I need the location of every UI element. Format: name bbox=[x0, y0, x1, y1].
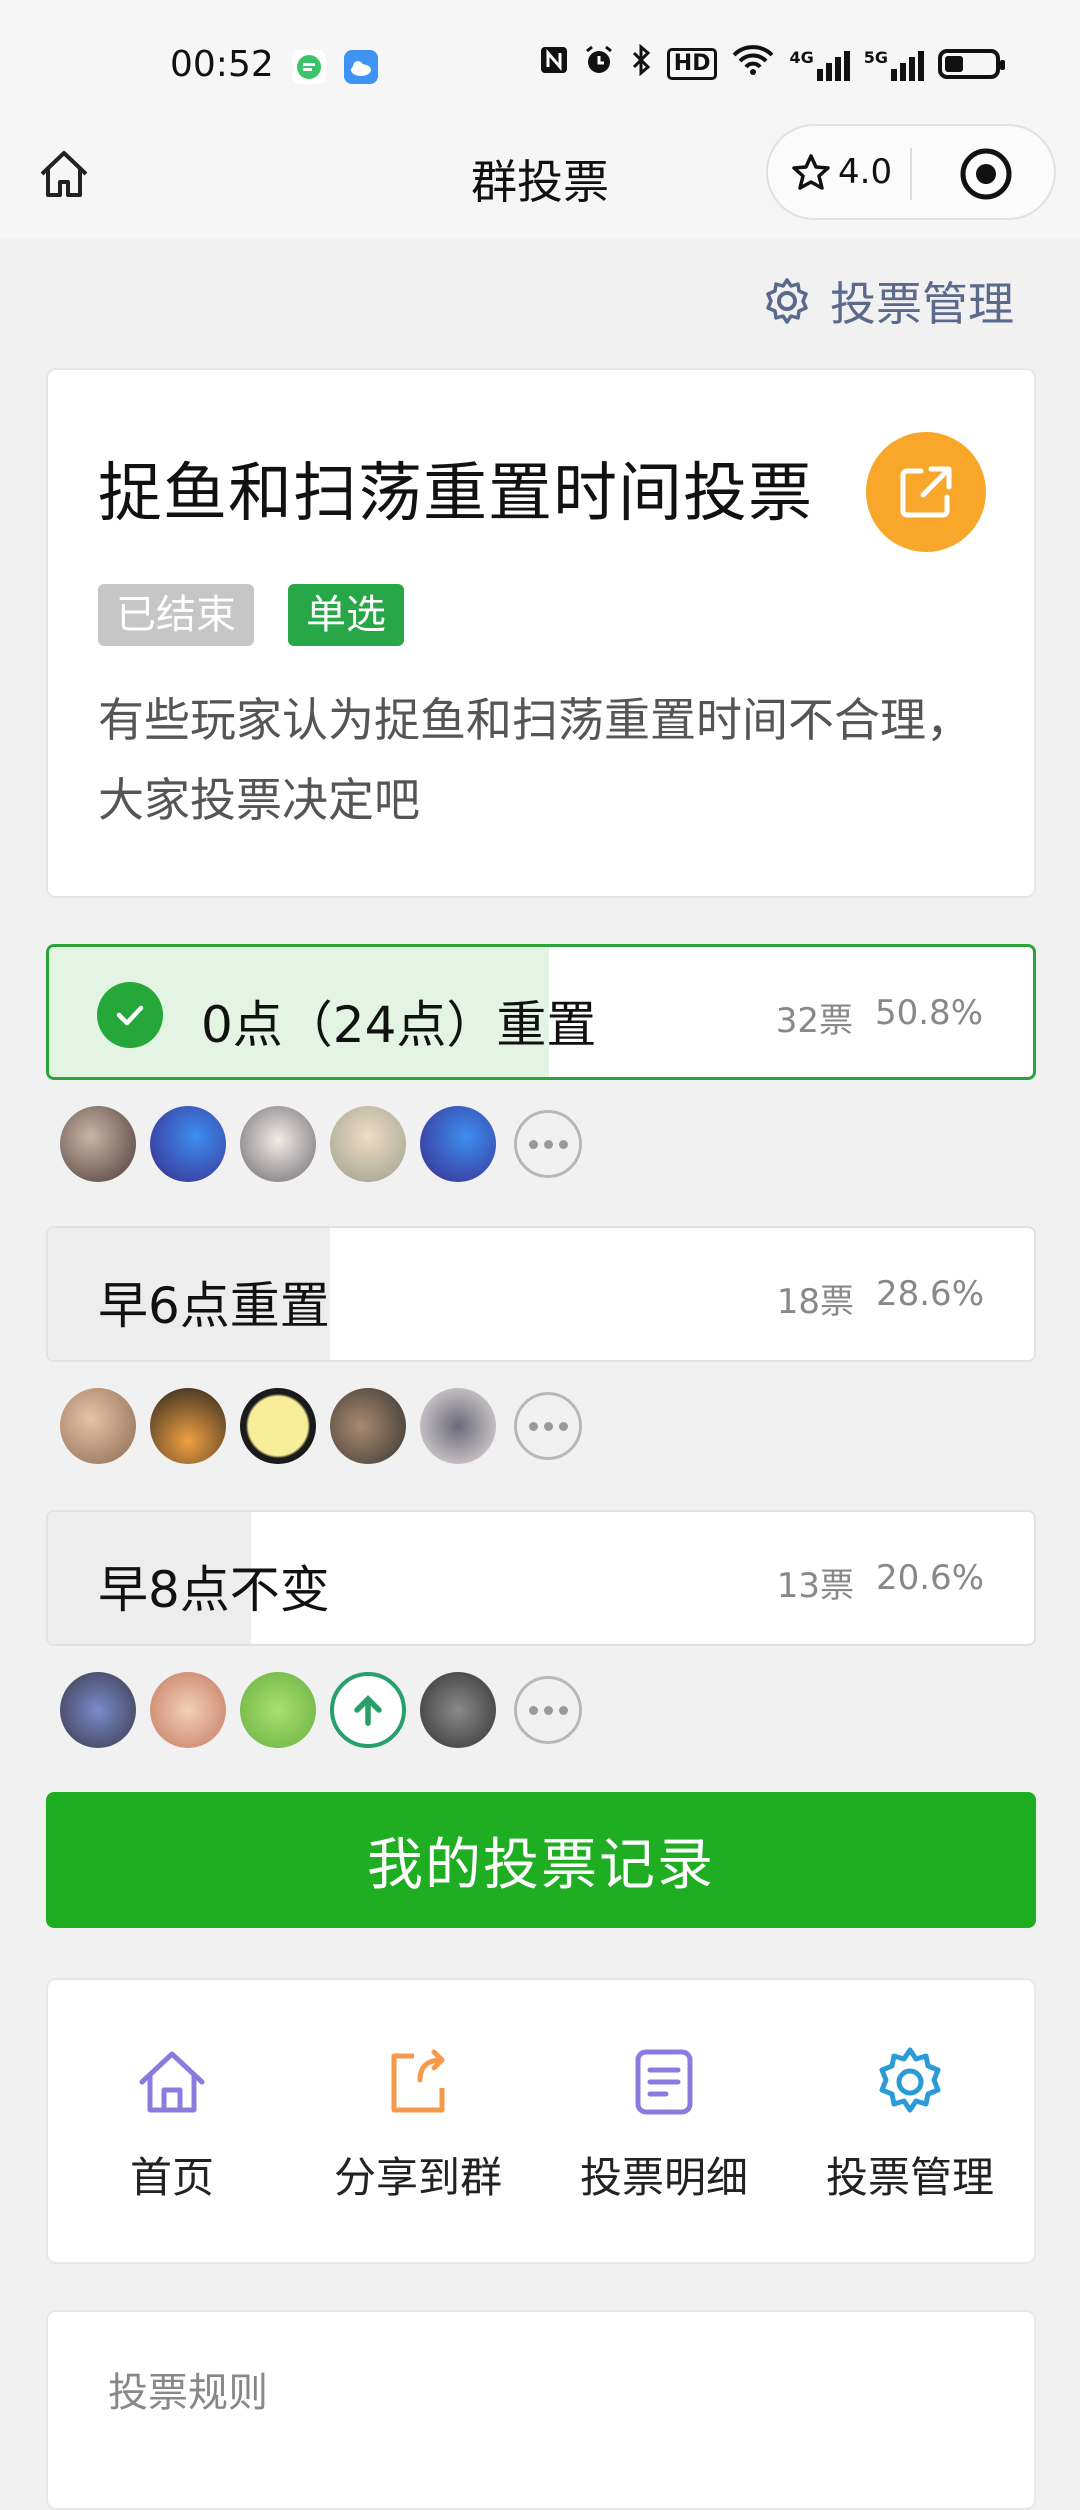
more-voters-button[interactable] bbox=[514, 1676, 582, 1744]
avatar[interactable] bbox=[420, 1388, 496, 1464]
voter-avatars-1 bbox=[60, 1106, 582, 1182]
nfc-icon bbox=[539, 45, 569, 83]
option-percent: 28.6% bbox=[875, 1274, 984, 1314]
option-votes: 18票 bbox=[776, 1282, 854, 1322]
star-icon[interactable] bbox=[790, 152, 832, 194]
vote-option-1[interactable]: 0点（24点）重置 32票 50.8% bbox=[46, 944, 1036, 1080]
voter-avatars-3 bbox=[60, 1672, 582, 1748]
avatar[interactable] bbox=[420, 1672, 496, 1748]
vote-option-2[interactable]: 早6点重置 18票 28.6% bbox=[46, 1226, 1036, 1362]
action-vote-details[interactable]: 投票明细 bbox=[544, 2042, 784, 2205]
more-voters-button[interactable] bbox=[514, 1110, 582, 1178]
avatar[interactable] bbox=[60, 1672, 136, 1748]
battery-icon bbox=[938, 49, 1005, 79]
avatar[interactable] bbox=[60, 1106, 136, 1182]
avatar[interactable] bbox=[150, 1388, 226, 1464]
action-label: 投票管理 bbox=[825, 2153, 994, 2202]
action-label: 首页 bbox=[129, 2153, 214, 2202]
option-label: 0点（24点）重置 bbox=[201, 996, 597, 1054]
gear-icon bbox=[879, 2047, 941, 2113]
option-label: 早6点重置 bbox=[98, 1277, 330, 1335]
vote-manage-link[interactable]: 投票管理 bbox=[762, 268, 1014, 334]
action-card: 首页 分享到群 投票明细 投票管理 bbox=[46, 1978, 1036, 2264]
action-label: 投票明细 bbox=[579, 2153, 748, 2202]
mini-program-capsule: 4.0 bbox=[766, 124, 1056, 220]
option-stats: 18票 28.6% bbox=[777, 1274, 984, 1323]
avatar[interactable] bbox=[330, 1672, 406, 1748]
weather-app-icon bbox=[344, 50, 378, 84]
avatar[interactable] bbox=[60, 1388, 136, 1464]
hd-icon: HD bbox=[666, 48, 718, 80]
status-badge: 已结束 bbox=[98, 584, 254, 646]
status-time: 00:52 bbox=[170, 44, 274, 85]
avatar[interactable] bbox=[150, 1106, 226, 1182]
poll-title: 捉鱼和扫荡重置时间投票 bbox=[98, 457, 813, 531]
avatar[interactable] bbox=[420, 1106, 496, 1182]
option-votes: 13票 bbox=[776, 1566, 854, 1606]
status-indicators: HD 4G 5G bbox=[539, 43, 1005, 84]
action-label: 分享到群 bbox=[333, 2153, 502, 2202]
avatar[interactable] bbox=[240, 1388, 316, 1464]
action-home[interactable]: 首页 bbox=[52, 2042, 292, 2205]
signal-5g-icon: 5G bbox=[864, 48, 924, 81]
my-vote-record-button[interactable]: 我的投票记录 bbox=[46, 1792, 1036, 1928]
avatar[interactable] bbox=[240, 1672, 316, 1748]
more-voters-button[interactable] bbox=[514, 1392, 582, 1460]
option-stats: 32票 50.8% bbox=[776, 993, 983, 1042]
home-icon bbox=[139, 2051, 205, 2113]
option-votes: 32票 bbox=[775, 1001, 853, 1041]
poll-description: 有些玩家认为捉鱼和扫荡重置时间不合理，大家投票决定吧 bbox=[98, 693, 972, 827]
bluetooth-icon bbox=[629, 43, 653, 84]
share-icon bbox=[391, 2049, 445, 2113]
signal-4g-label: 4G bbox=[789, 47, 814, 67]
avatar[interactable] bbox=[150, 1672, 226, 1748]
check-icon bbox=[97, 982, 163, 1048]
avatar[interactable] bbox=[330, 1106, 406, 1182]
option-stats: 13票 20.6% bbox=[777, 1558, 984, 1607]
poll-card: 捉鱼和扫荡重置时间投票 已结束 单选 有些玩家认为捉鱼和扫荡重置时间不合理，大家… bbox=[46, 368, 1036, 898]
option-percent: 20.6% bbox=[875, 1558, 984, 1598]
document-icon bbox=[635, 2049, 693, 2115]
option-label: 早8点不变 bbox=[98, 1561, 330, 1619]
vote-option-3[interactable]: 早8点不变 13票 20.6% bbox=[46, 1510, 1036, 1646]
action-vote-manage[interactable]: 投票管理 bbox=[790, 2042, 1030, 2205]
nav-bar: 群投票 4.0 bbox=[0, 110, 1080, 238]
external-share-icon bbox=[900, 466, 952, 518]
gear-icon bbox=[766, 278, 808, 324]
option-percent: 50.8% bbox=[874, 993, 983, 1033]
signal-5g-label: 5G bbox=[863, 47, 888, 67]
rules-title: 投票规则 bbox=[108, 2370, 268, 2416]
avatar[interactable] bbox=[240, 1106, 316, 1182]
signal-4g-icon: 4G bbox=[789, 47, 850, 81]
wifi-icon bbox=[731, 44, 775, 84]
vote-manage-label: 投票管理 bbox=[830, 277, 1014, 331]
message-app-icon bbox=[292, 50, 326, 84]
capsule-divider bbox=[910, 148, 912, 200]
action-share-to-group[interactable]: 分享到群 bbox=[298, 2042, 538, 2205]
voter-avatars-2 bbox=[60, 1388, 582, 1464]
rating-value: 4.0 bbox=[838, 152, 893, 192]
rules-card: 投票规则 bbox=[46, 2310, 1036, 2510]
alarm-icon bbox=[583, 44, 615, 84]
close-target-icon[interactable] bbox=[958, 146, 1014, 202]
share-button[interactable] bbox=[866, 432, 986, 552]
avatar[interactable] bbox=[330, 1388, 406, 1464]
type-badge: 单选 bbox=[288, 584, 404, 646]
